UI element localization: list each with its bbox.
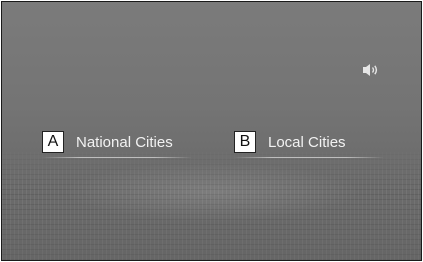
local-cities-option[interactable]: B Local Cities [234, 127, 384, 157]
national-cities-option[interactable]: A National Cities [42, 127, 192, 157]
local-cities-underline [234, 157, 384, 158]
national-cities-label: National Cities [76, 133, 173, 151]
option-badge-b: B [234, 131, 256, 153]
display-screen: A National Cities B Local Cities [1, 1, 422, 261]
background-glow [62, 162, 362, 222]
local-cities-label: Local Cities [268, 133, 346, 151]
national-cities-underline [42, 157, 192, 158]
option-badge-a: A [42, 131, 64, 153]
voice-command-glyph [363, 64, 378, 76]
voice-command-icon[interactable] [362, 62, 380, 78]
